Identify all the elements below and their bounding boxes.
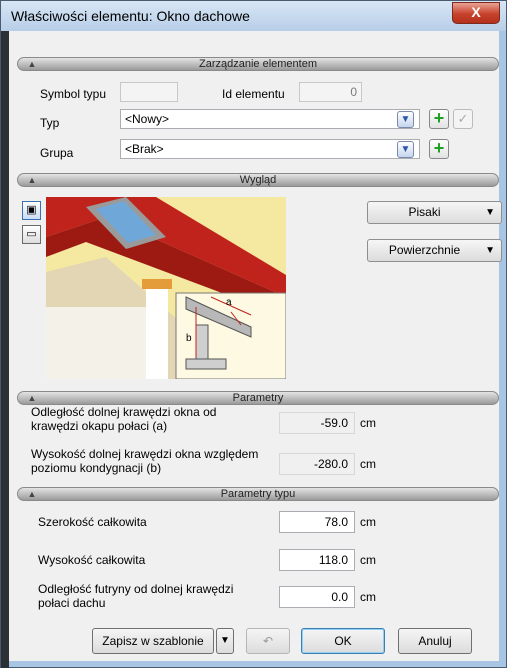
type-parameter-label: Wysokość całkowita [38, 553, 146, 567]
symbol-label: Symbol typu [40, 87, 107, 101]
section-title: Parametry [232, 392, 284, 404]
section-title: Zarządzanie elementem [198, 58, 317, 70]
type-parameter-unit: cm [360, 515, 376, 529]
type-parameter-unit: cm [360, 553, 376, 567]
parameter-value: -59.0 [279, 412, 355, 434]
window-left-edge [1, 31, 9, 668]
section-title: Wygląd [239, 174, 277, 186]
parameter-unit: cm [360, 416, 376, 430]
type-label: Typ [40, 116, 60, 130]
section-header-management[interactable]: ▲ Zarządzanie elementem [17, 57, 499, 71]
total-height-input[interactable]: 118.0 [279, 549, 355, 571]
plus-icon[interactable]: + [429, 109, 449, 129]
dropdown-arrow-icon: ▼ [485, 245, 495, 256]
type-parameter-label: Odległość futryny od dolnej krawędzi poł… [38, 582, 234, 610]
ok-button[interactable]: OK [301, 628, 385, 654]
preview-illustration [46, 197, 286, 379]
group-field[interactable]: <Brak> [120, 139, 420, 159]
section-header-appearance[interactable]: ▲ Wygląd [17, 173, 499, 187]
undo-button[interactable]: ↶ [246, 628, 290, 654]
section-header-parameters[interactable]: ▲ Parametry [17, 391, 499, 405]
close-icon: X [471, 4, 481, 20]
id-label: Id elementu [222, 87, 285, 101]
roof-window-preview: a b [46, 197, 286, 379]
id-field: 0 [299, 82, 362, 102]
type-parameter-unit: cm [360, 590, 376, 604]
window-title: Właściwości elementu: Okno dachowe [11, 8, 250, 24]
dimension-a-label: a [226, 297, 232, 308]
type-field[interactable]: <Nowy> [120, 109, 420, 129]
group-label: Grupa [40, 146, 74, 160]
library-icon[interactable]: ▼ [397, 141, 414, 158]
title-bar[interactable]: Właściwości elementu: Okno dachowe X [1, 1, 506, 31]
check-icon: ✓ [453, 109, 473, 129]
cube-icon[interactable]: ▭ [22, 225, 41, 244]
plus-icon[interactable]: + [429, 139, 449, 159]
properties-window: Właściwości elementu: Okno dachowe X ▲ Z… [0, 0, 507, 668]
symbol-field[interactable] [120, 82, 178, 102]
frame-offset-input[interactable]: 0.0 [279, 586, 355, 608]
camera-icon[interactable]: ▣ [22, 201, 41, 220]
undo-icon: ↶ [262, 634, 274, 648]
dimension-b-label: b [186, 333, 192, 344]
close-button[interactable]: X [452, 2, 500, 24]
dropdown-arrow-icon: ▼ [220, 635, 230, 646]
library-icon[interactable]: ▼ [397, 111, 414, 128]
save-template-button[interactable]: Zapisz w szablonie [92, 628, 214, 654]
total-width-input[interactable]: 78.0 [279, 511, 355, 533]
cancel-button[interactable]: Anuluj [398, 628, 472, 654]
parameter-label: Wysokość dolnej krawędzi okna względem p… [31, 447, 259, 475]
type-parameter-label: Szerokość całkowita [38, 515, 147, 529]
parameter-label: Odległość dolnej krawędzi okna od krawęd… [31, 405, 217, 433]
parameter-unit: cm [360, 457, 376, 471]
section-title: Parametry typu [220, 488, 296, 500]
dropdown-arrow-icon: ▼ [485, 207, 495, 218]
surfaces-button[interactable]: Powierzchnie ▼ [367, 239, 502, 262]
section-header-type-parameters[interactable]: ▲ Parametry typu [17, 487, 499, 501]
surfaces-button-label: Powierzchnie [388, 243, 461, 257]
pens-button[interactable]: Pisaki ▼ [367, 201, 502, 224]
pens-button-label: Pisaki [408, 205, 441, 219]
parameter-value: -280.0 [279, 453, 355, 475]
save-template-dropdown[interactable]: ▼ [216, 628, 234, 654]
